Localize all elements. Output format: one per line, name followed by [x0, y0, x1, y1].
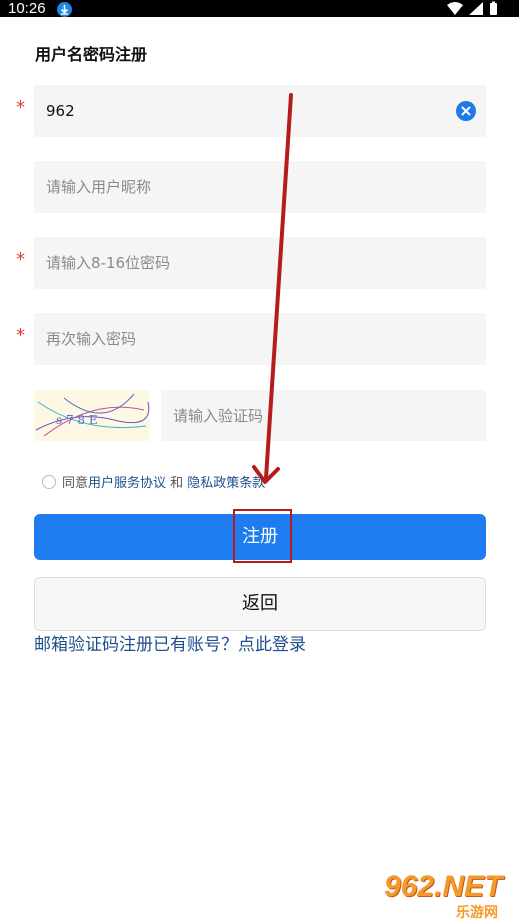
captcha-image[interactable]: s 7 8 E [34, 390, 150, 441]
clear-icon[interactable] [456, 101, 476, 121]
password-field[interactable]: 请输入8-16位密码 [34, 237, 486, 289]
password-confirm-field[interactable]: 再次输入密码 [34, 313, 486, 365]
nickname-placeholder: 请输入用户昵称 [46, 178, 152, 196]
captcha-text: s 7 8 E [56, 413, 98, 427]
agree-prefix: 同意 [62, 476, 89, 491]
required-mark: * [16, 249, 25, 270]
captcha-input[interactable]: 请输入验证码 [161, 390, 486, 441]
annotation-highlight-box [233, 509, 292, 563]
password-confirm-placeholder: 再次输入密码 [46, 330, 137, 348]
terms-link[interactable]: 用户服务协议 [88, 476, 166, 491]
captcha-placeholder: 请输入验证码 [173, 407, 264, 425]
required-mark: * [16, 325, 25, 346]
agree-and: 和 [166, 476, 188, 491]
back-button[interactable]: 返回 [34, 577, 486, 631]
bottom-links: 邮箱验证码注册已有账号？点此登录 [34, 630, 306, 655]
agree-checkbox[interactable] [42, 475, 56, 489]
download-icon [57, 2, 72, 17]
annotation-arrow [252, 93, 293, 484]
username-value: 962 [46, 102, 75, 120]
status-bar: 10:26 [0, 0, 519, 17]
signal-icon [469, 2, 483, 15]
watermark-brand: 962.NET [384, 870, 503, 903]
password-placeholder: 请输入8-16位密码 [46, 254, 171, 272]
email-register-link[interactable]: 邮箱验证码注册 [34, 635, 153, 655]
status-time: 10:26 [8, 0, 46, 17]
status-icons [445, 1, 505, 16]
page-title: 用户名密码注册 [35, 45, 148, 64]
battery-icon [490, 1, 497, 15]
required-mark: * [16, 97, 25, 118]
watermark-sub: 乐游网 [456, 905, 498, 921]
nickname-field[interactable]: 请输入用户昵称 [34, 161, 486, 213]
username-field[interactable]: 962 [34, 85, 486, 137]
agreement-row: 同意用户服务协议 和 隐私政策条款 [42, 472, 265, 491]
wifi-icon [447, 2, 463, 15]
watermark-logo: 962.NET 乐游网 [378, 870, 518, 921]
login-link[interactable]: 已有账号？点此登录 [153, 635, 306, 655]
privacy-link[interactable]: 隐私政策条款 [187, 476, 265, 491]
